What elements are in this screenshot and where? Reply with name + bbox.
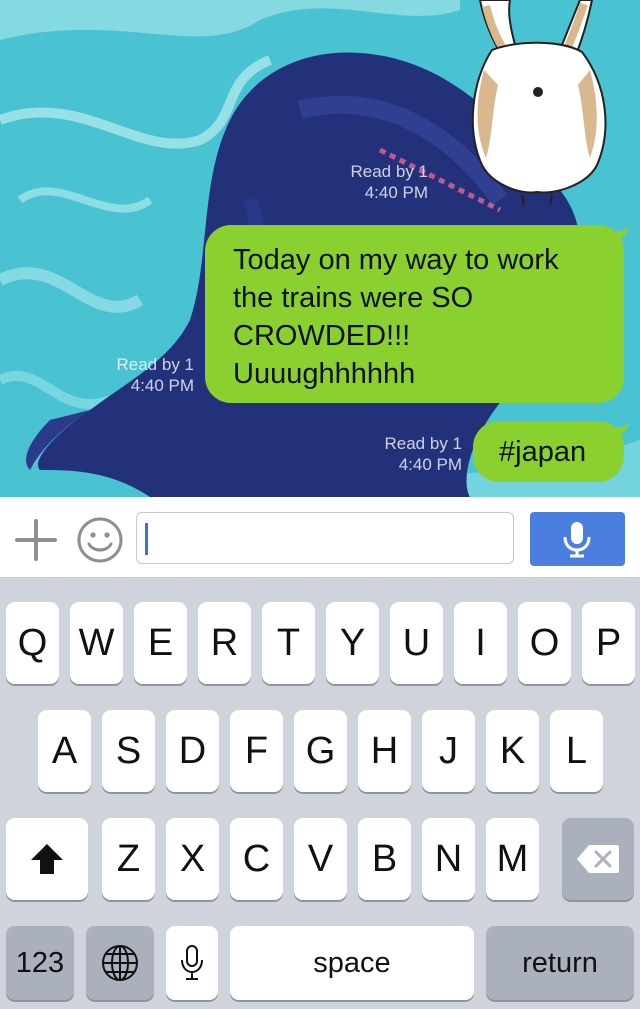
bubble-tail-icon <box>606 423 630 443</box>
return-key[interactable]: return <box>486 926 634 1000</box>
read-receipt: Read by 1 4:40 PM <box>352 433 463 475</box>
message-line: Uuuughhhhhh <box>233 358 416 390</box>
microphone-icon <box>181 945 203 980</box>
space-key[interactable]: space <box>230 926 474 1000</box>
key-j[interactable]: J <box>422 710 475 792</box>
read-status: Read by 1 <box>350 162 429 181</box>
message-line: Today on my way to work <box>233 244 559 276</box>
key-a[interactable]: A <box>38 710 91 792</box>
message-line: CROWDED!!! <box>233 320 411 352</box>
microphone-icon <box>563 522 591 558</box>
key-f[interactable]: F <box>230 710 283 792</box>
message-input[interactable] <box>136 512 514 564</box>
emoji-icon[interactable] <box>76 516 124 564</box>
corgi-butt-sticker-icon[interactable] <box>462 0 612 205</box>
key-b[interactable]: B <box>358 818 411 900</box>
numbers-key[interactable]: 123 <box>6 926 74 1000</box>
key-n[interactable]: N <box>422 818 475 900</box>
globe-key[interactable] <box>86 926 154 1000</box>
read-status: Read by 1 <box>384 434 463 453</box>
message-time: 4:40 PM <box>130 376 194 395</box>
key-m[interactable]: M <box>486 818 539 900</box>
text-caret <box>145 523 148 555</box>
globe-icon <box>102 945 138 981</box>
key-y[interactable]: Y <box>326 602 379 684</box>
dictation-key[interactable] <box>166 926 218 1000</box>
backspace-icon <box>577 845 619 873</box>
key-p[interactable]: P <box>582 602 635 684</box>
shift-key[interactable] <box>6 818 88 900</box>
read-status: Read by 1 <box>116 355 195 374</box>
key-t[interactable]: T <box>262 602 315 684</box>
key-r[interactable]: R <box>198 602 251 684</box>
key-k[interactable]: K <box>486 710 539 792</box>
message-bubble[interactable]: Today on my way to work the trains were … <box>205 225 630 403</box>
key-q[interactable]: Q <box>6 602 59 684</box>
key-g[interactable]: G <box>294 710 347 792</box>
key-u[interactable]: U <box>390 602 443 684</box>
key-z[interactable]: Z <box>102 818 155 900</box>
message-text: #japan <box>499 436 587 468</box>
key-c[interactable]: C <box>230 818 283 900</box>
message-bubble[interactable]: #japan <box>473 421 630 482</box>
voice-message-button[interactable] <box>530 512 625 566</box>
chat-background: Read by 1 4:40 PM Read by 1 4:40 PM Toda… <box>0 0 640 497</box>
key-e[interactable]: E <box>134 602 187 684</box>
message-time: 4:40 PM <box>364 183 428 202</box>
bubble-tail-icon <box>606 227 630 247</box>
key-o[interactable]: O <box>518 602 571 684</box>
key-s[interactable]: S <box>102 710 155 792</box>
shift-icon <box>31 844 63 874</box>
read-receipt: Read by 1 4:40 PM <box>318 161 429 203</box>
message-time: 4:40 PM <box>398 455 462 474</box>
key-l[interactable]: L <box>550 710 603 792</box>
message-line: the trains were SO <box>233 282 474 314</box>
key-x[interactable]: X <box>166 818 219 900</box>
key-d[interactable]: D <box>166 710 219 792</box>
key-i[interactable]: I <box>454 602 507 684</box>
plus-icon[interactable] <box>14 518 58 562</box>
backspace-key[interactable] <box>562 818 634 900</box>
key-w[interactable]: W <box>70 602 123 684</box>
key-v[interactable]: V <box>294 818 347 900</box>
read-receipt: Read by 1 4:40 PM <box>84 354 195 396</box>
keyboard: Q W E R T Y U I O P A S D F G H J K L Z … <box>0 578 640 1009</box>
key-h[interactable]: H <box>358 710 411 792</box>
